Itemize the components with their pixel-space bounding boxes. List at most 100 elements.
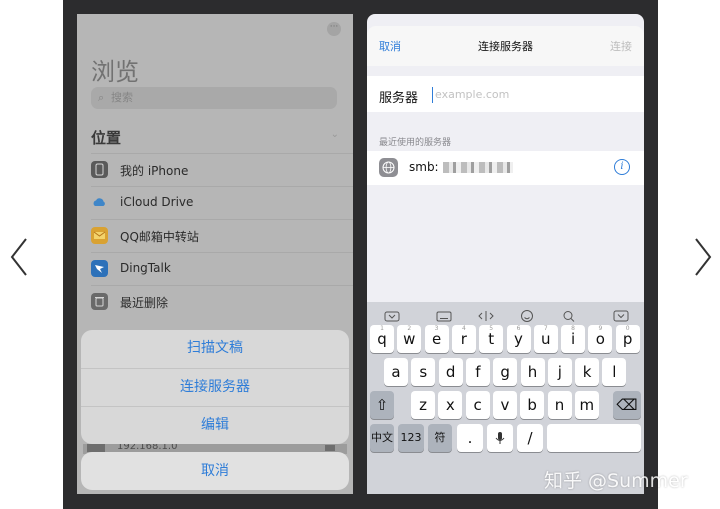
key-e[interactable]: 3e (424, 325, 449, 353)
key-label: u (541, 330, 551, 348)
space-key[interactable] (547, 424, 641, 452)
location-label: iCloud Drive (120, 195, 194, 209)
key-label: l (612, 363, 617, 381)
key-hint: 8 (571, 325, 575, 332)
trash-icon (91, 293, 108, 310)
symbols-key[interactable]: 符 (428, 424, 452, 452)
key-label: y (514, 330, 523, 348)
key-label: c (473, 396, 482, 414)
key-hint: 5 (489, 325, 494, 332)
key-c[interactable]: c (465, 391, 490, 419)
key-label: a (391, 363, 401, 381)
previous-arrow-icon[interactable] (6, 235, 34, 279)
key-label: x (445, 396, 455, 414)
location-item-recently-deleted[interactable]: 最近删除 (91, 285, 353, 318)
key-w[interactable]: 2w (397, 325, 422, 353)
key-q[interactable]: 1q (370, 325, 394, 353)
key-label: z (419, 396, 427, 414)
key-a[interactable]: a (384, 358, 408, 386)
numbers-key[interactable]: 123 (398, 424, 424, 452)
search-field[interactable]: ⌕ 搜索 (91, 87, 337, 109)
location-item-iphone[interactable]: 我的 iPhone (91, 153, 353, 186)
period-key[interactable]: . (457, 424, 483, 452)
cursor-move-icon[interactable] (477, 308, 495, 322)
location-item-icloud[interactable]: iCloud Drive (91, 186, 353, 219)
key-y[interactable]: 6y (506, 325, 531, 353)
key-o[interactable]: 9o (588, 325, 613, 353)
key-hint: 0 (625, 325, 630, 332)
shift-key[interactable]: ⇧ (370, 391, 394, 419)
location-item-qq-mail[interactable]: QQ邮箱中转站 (91, 219, 353, 252)
recent-server-row[interactable]: smb: i (367, 151, 644, 185)
cancel-button[interactable]: 取消 (81, 452, 349, 490)
key-l[interactable]: l (602, 358, 627, 386)
cancel-link[interactable]: 取消 (379, 38, 401, 54)
key-d[interactable]: d (438, 358, 463, 386)
emoji-icon[interactable] (518, 308, 536, 322)
key-j[interactable]: j (547, 358, 572, 386)
chinese-mode-key[interactable]: 中文 (370, 424, 394, 452)
key-r[interactable]: 4r (451, 325, 476, 353)
key-label: p (622, 330, 633, 348)
keyboard-switch-icon[interactable] (383, 308, 401, 322)
key-label: s (419, 363, 428, 381)
more-icon[interactable]: ··· (327, 22, 341, 36)
info-icon[interactable]: i (614, 159, 630, 175)
search-placeholder: 搜索 (111, 91, 133, 104)
key-t[interactable]: 5t (479, 325, 504, 353)
location-item-dingtalk[interactable]: DingTalk (91, 252, 353, 285)
key-u[interactable]: 7u (533, 325, 558, 353)
keyboard-layout-icon[interactable] (435, 308, 453, 322)
key-label: h (527, 363, 538, 381)
obscured-server-label: 192.168.1.0 (117, 444, 178, 452)
action-sheet: 扫描文稿 连接服务器 编辑 (81, 330, 349, 444)
key-s[interactable]: s (411, 358, 436, 386)
key-label: t (488, 330, 495, 348)
key-x[interactable]: x (438, 391, 463, 419)
connect-button[interactable]: 连接 (610, 38, 632, 54)
location-label: QQ邮箱中转站 (120, 230, 199, 244)
key-label: i (571, 330, 576, 348)
key-label: e (431, 330, 442, 348)
key-p[interactable]: 0p (615, 325, 640, 353)
key-label: n (554, 396, 565, 414)
key-label: v (500, 396, 510, 414)
chevron-down-icon[interactable]: ⌄ (331, 129, 339, 140)
key-k[interactable]: k (575, 358, 600, 386)
microphone-icon (495, 432, 505, 444)
key-i[interactable]: 8i (561, 325, 586, 353)
connect-server-panel: 连接服务器 取消 连接 服务器 example.com 最近使用的服务器 smb… (367, 14, 644, 494)
screenshot-frame: ··· 浏览 ⌕ 搜索 位置 ⌄ 我的 iPhone iCloud Drive … (63, 0, 658, 509)
key-n[interactable]: n (547, 391, 572, 419)
key-label: j (557, 363, 562, 381)
server-label: 服务器 (379, 91, 419, 106)
server-input[interactable]: example.com (435, 88, 509, 101)
location-label: DingTalk (120, 261, 171, 275)
server-field-row[interactable]: 服务器 example.com (367, 76, 644, 112)
key-z[interactable]: z (411, 391, 435, 419)
key-label: o (595, 330, 605, 348)
connect-server-button[interactable]: 连接服务器 (81, 368, 349, 406)
browse-panel: ··· 浏览 ⌕ 搜索 位置 ⌄ 我的 iPhone iCloud Drive … (77, 14, 353, 494)
slash-key[interactable]: / (517, 424, 543, 452)
dictation-key[interactable] (487, 424, 513, 452)
hide-keyboard-icon[interactable] (612, 308, 630, 322)
key-v[interactable]: v (492, 391, 517, 419)
key-f[interactable]: f (465, 358, 490, 386)
key-b[interactable]: b (520, 391, 545, 419)
key-m[interactable]: m (574, 391, 599, 419)
section-header-locations: 位置 (91, 129, 122, 147)
delete-key[interactable]: ⌫ (613, 391, 641, 419)
blurred-address (443, 162, 513, 173)
key-g[interactable]: g (493, 358, 518, 386)
edit-button[interactable]: 编辑 (81, 406, 349, 444)
key-label: b (527, 396, 537, 414)
text-cursor (432, 87, 433, 103)
key-hint: 4 (461, 325, 466, 332)
next-arrow-icon[interactable] (688, 235, 716, 279)
page-title: 浏览 (91, 58, 139, 86)
scan-documents-button[interactable]: 扫描文稿 (81, 330, 349, 367)
dingtalk-icon (91, 260, 108, 277)
key-h[interactable]: h (520, 358, 545, 386)
search-icon[interactable] (560, 308, 578, 322)
